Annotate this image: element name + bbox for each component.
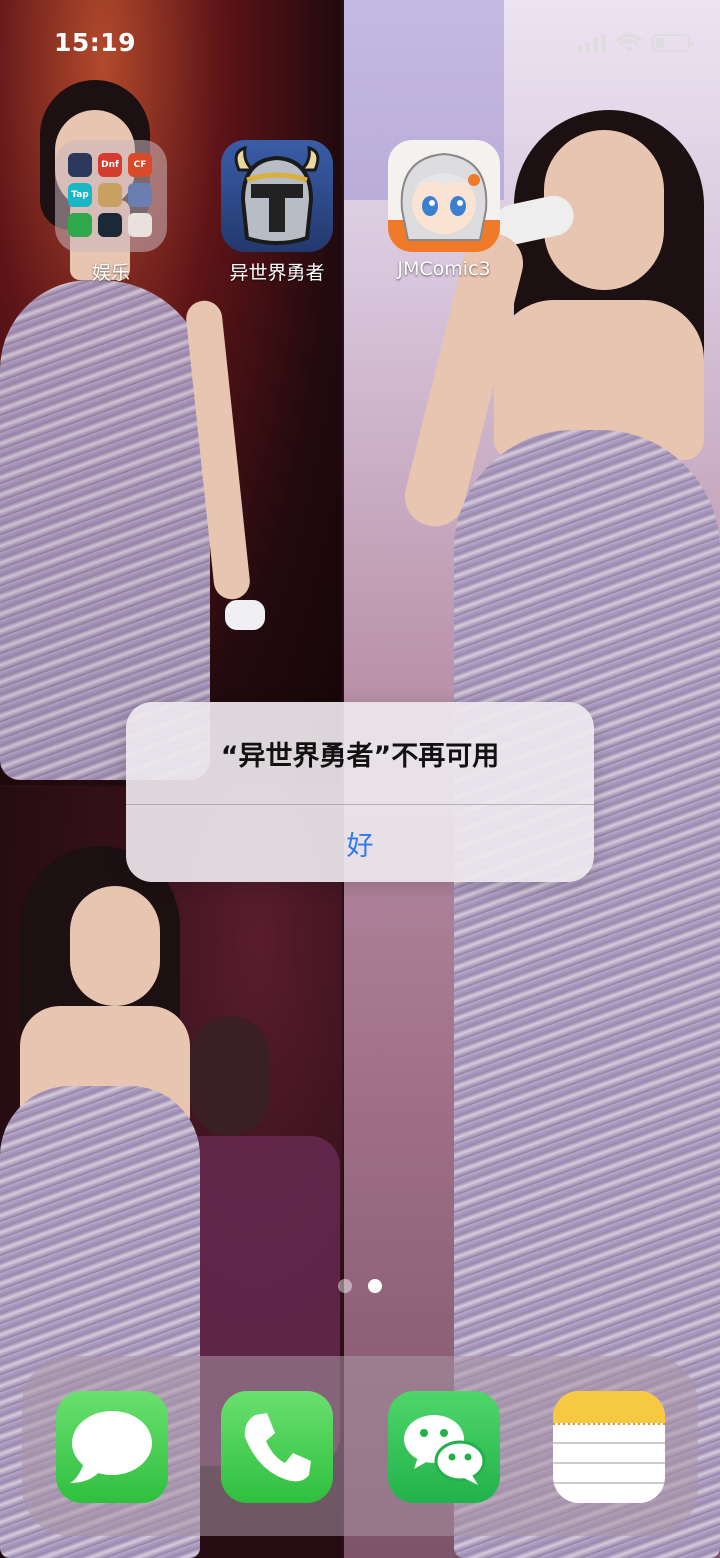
wallpaper-panel-top-left <box>0 0 342 786</box>
dock-app-wechat[interactable] <box>388 1391 500 1503</box>
folder-mini-app-icon <box>98 183 122 207</box>
app-yishijie-yongzhe[interactable]: 异世界勇者 <box>221 140 333 285</box>
cellular-signal-icon <box>577 33 606 53</box>
dock-app-phone[interactable] <box>221 1391 333 1503</box>
wifi-icon <box>616 33 642 52</box>
folder-preview-grid: Dnf CF Tap <box>68 153 152 237</box>
folder-mini-app-icon: Tap <box>68 183 92 207</box>
phone-icon <box>244 1413 311 1482</box>
app-jmcomic3[interactable]: JMComic3 <box>388 140 500 280</box>
page-dot[interactable] <box>338 1279 352 1293</box>
alert-dialog: “异世界勇者”不再可用 好 <box>126 702 594 882</box>
folder-mini-app-icon <box>68 153 92 177</box>
knight-helmet-icon <box>221 140 333 252</box>
folder-mini-app-icon <box>68 213 92 237</box>
page-indicator[interactable] <box>338 1279 382 1293</box>
anime-girl-icon <box>388 140 500 252</box>
folder-mini-app-icon <box>128 213 152 237</box>
app-label: JMComic3 <box>397 258 491 280</box>
battery-icon <box>652 34 694 52</box>
dock-app-messages[interactable] <box>56 1391 168 1503</box>
app-label: 娱乐 <box>91 262 130 284</box>
wechat-icon <box>404 1415 486 1485</box>
folder-mini-app-icon: CF <box>128 153 152 177</box>
folder-mini-app-icon <box>128 183 152 207</box>
dock-app-notes[interactable] <box>553 1391 665 1503</box>
alert-title: “异世界勇者”不再可用 <box>220 740 500 772</box>
app-folder-entertainment[interactable]: Dnf CF Tap 娱乐 <box>55 140 167 285</box>
folder-mini-app-icon <box>98 213 122 237</box>
message-bubble-icon <box>70 1411 152 1483</box>
folder-icon: Dnf CF Tap <box>55 140 167 252</box>
dock <box>22 1356 698 1536</box>
status-icons <box>577 32 694 54</box>
app-label: 异世界勇者 <box>229 262 325 284</box>
alert-ok-button[interactable]: 好 <box>126 805 594 882</box>
status-time: 15:19 <box>54 28 137 57</box>
folder-mini-app-icon: Dnf <box>98 153 122 177</box>
page-dot-active[interactable] <box>368 1279 382 1293</box>
notes-icon <box>553 1391 665 1484</box>
